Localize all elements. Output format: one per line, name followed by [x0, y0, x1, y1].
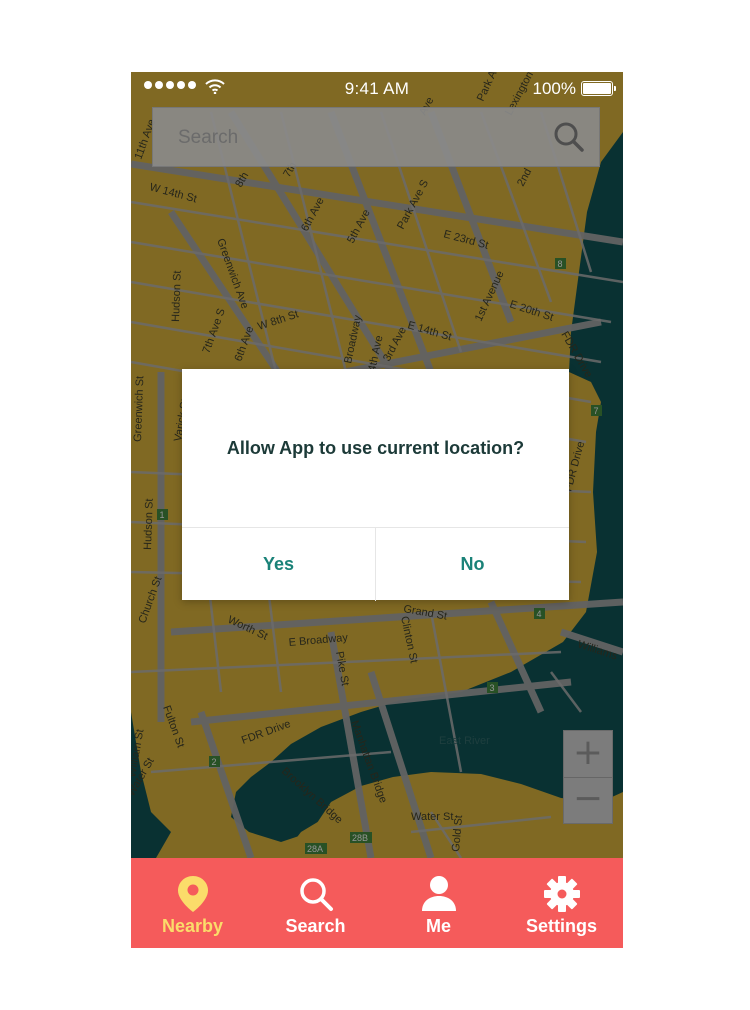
allow-yes-button[interactable]: Yes: [182, 528, 376, 601]
tab-label: Nearby: [161, 916, 224, 936]
map-pin-icon: [177, 876, 208, 912]
tab-search[interactable]: Search: [254, 858, 377, 948]
battery-percent: 100%: [532, 79, 576, 98]
tab-label: Search: [285, 916, 346, 936]
tab-me[interactable]: Me: [377, 858, 500, 948]
gear-icon: [543, 876, 580, 912]
person-icon: [421, 876, 456, 911]
phone-screen: 11th Ave W 14th St 8th 7th Hudson St Gre…: [131, 72, 623, 948]
allow-no-button[interactable]: No: [376, 528, 569, 601]
dialog-actions: Yes No: [182, 527, 569, 601]
tab-settings[interactable]: Settings: [500, 858, 623, 948]
tab-nearby[interactable]: Nearby: [131, 858, 254, 948]
tab-label: Settings: [525, 916, 597, 936]
zoom-in-button[interactable]: +: [564, 731, 612, 778]
battery-icon: [581, 81, 616, 96]
search-icon: [299, 878, 333, 911]
search-icon[interactable]: [553, 121, 585, 153]
zoom-out-button[interactable]: −: [564, 777, 612, 823]
dialog-message: Allow App to use current location?: [226, 437, 525, 458]
status-bar: 9:41 AM 100%: [131, 72, 623, 106]
search-input[interactable]: [153, 108, 560, 168]
search-bar: [152, 107, 600, 168]
zoom-control: + −: [563, 730, 613, 824]
tab-label: Me: [425, 916, 451, 936]
location-permission-dialog: Allow App to use current location? Yes N…: [182, 369, 569, 601]
tab-bar: Nearby Search Me Settings: [131, 858, 623, 948]
